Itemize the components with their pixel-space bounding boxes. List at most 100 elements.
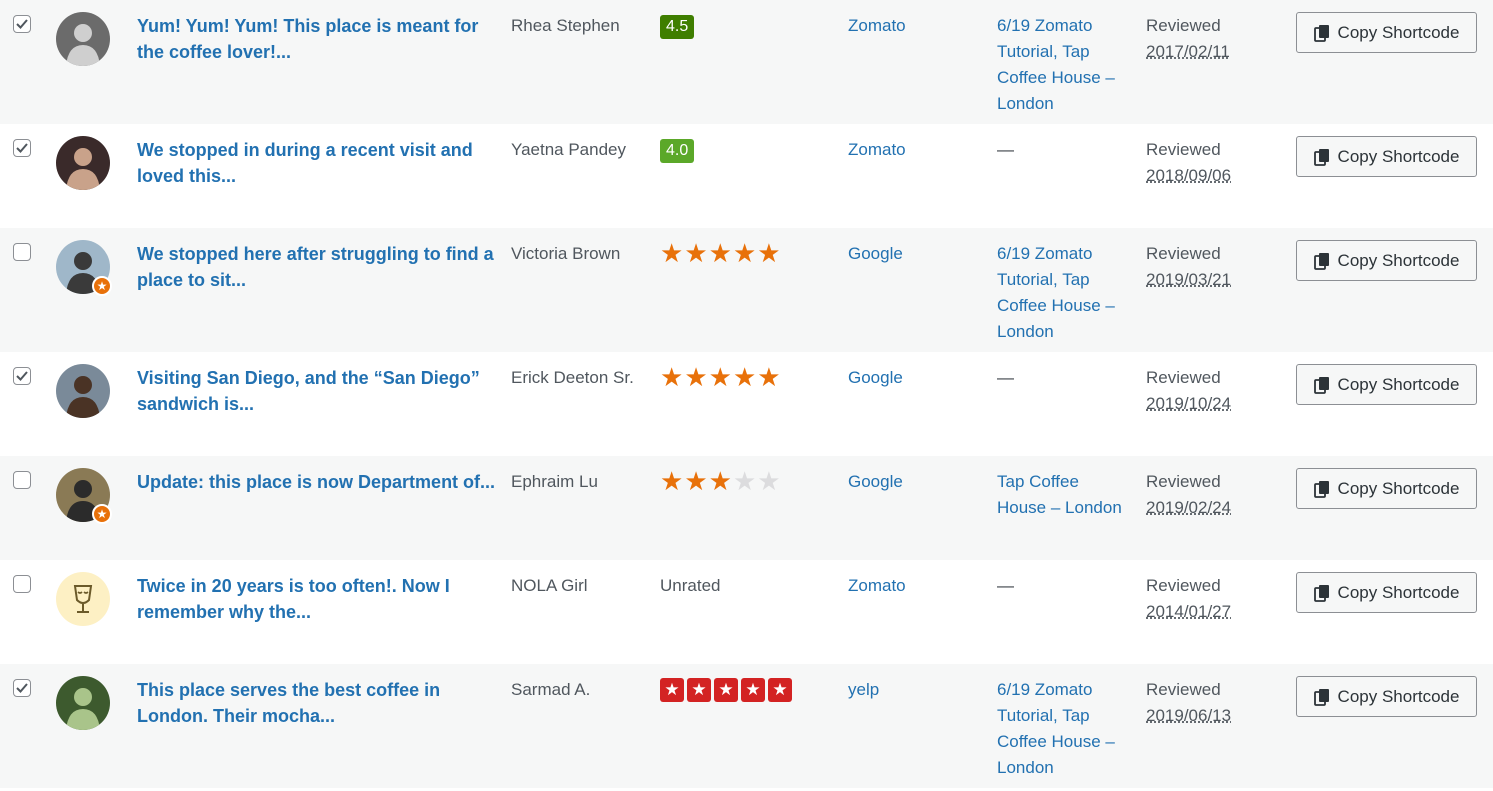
review-associations[interactable]: 6/19 Zomato Tutorial, Tap Coffee House –…	[997, 677, 1127, 781]
review-author: Ephraim Lu	[511, 472, 598, 491]
review-title-link[interactable]: We stopped in during a recent visit and …	[137, 137, 502, 189]
review-title-link[interactable]: This place serves the best coffee in Lon…	[137, 677, 502, 729]
review-title-link[interactable]: We stopped here after struggling to find…	[137, 241, 502, 293]
row-checkbox[interactable]	[13, 139, 31, 157]
copy-shortcode-button[interactable]: Copy Shortcode	[1296, 676, 1477, 717]
check-icon	[16, 19, 28, 29]
star-icon: ★	[757, 467, 781, 497]
review-platform-link[interactable]: Google	[848, 241, 978, 267]
row-checkbox[interactable]	[13, 243, 31, 261]
review-author: Rhea Stephen	[511, 16, 620, 35]
copy-shortcode-label: Copy Shortcode	[1337, 582, 1460, 602]
copy-shortcode-label: Copy Shortcode	[1337, 374, 1460, 394]
yelp-star-icon: ★	[660, 678, 684, 702]
table-row: ★ Update: this place is now Department o…	[0, 456, 1493, 560]
row-checkbox[interactable]	[13, 471, 31, 489]
copy-shortcode-label: Copy Shortcode	[1337, 478, 1460, 498]
copy-icon	[1313, 252, 1329, 270]
review-author: NOLA Girl	[511, 576, 588, 595]
star-rating: ★ ★ ★ ★ ★	[660, 469, 781, 495]
table-row: We stopped in during a recent visit and …	[0, 124, 1493, 228]
star-icon: ★	[660, 467, 684, 497]
table-row: Yum! Yum! Yum! This place is meant for t…	[0, 0, 1493, 124]
review-author: Sarmad A.	[511, 680, 591, 699]
avatar: ★	[56, 240, 112, 296]
review-rating: ★ ★ ★ ★ ★	[660, 241, 835, 270]
review-date: Reviewed 2018/09/06	[1146, 137, 1276, 189]
review-platform-link[interactable]: Zomato	[848, 573, 978, 599]
review-rating: ★ ★ ★ ★ ★	[660, 469, 835, 498]
reviews-table: Yum! Yum! Yum! This place is meant for t…	[0, 0, 1493, 788]
rating-text: Unrated	[660, 576, 721, 595]
review-date: Reviewed 2019/06/13	[1146, 677, 1276, 729]
review-date: Reviewed 2017/02/11	[1146, 13, 1276, 65]
review-title-link[interactable]: Visiting San Diego, and the “San Diego” …	[137, 365, 502, 417]
copy-shortcode-button[interactable]: Copy Shortcode	[1296, 468, 1477, 509]
row-checkbox[interactable]	[13, 367, 31, 385]
review-date-value: 2017/02/11	[1146, 42, 1230, 61]
row-checkbox[interactable]	[13, 15, 31, 33]
review-platform-link[interactable]: Google	[848, 365, 978, 391]
review-platform-link[interactable]: Google	[848, 469, 978, 495]
star-icon: ★	[708, 467, 732, 497]
review-platform-link[interactable]: Zomato	[848, 13, 978, 39]
yelp-star-icon: ★	[714, 678, 738, 702]
table-row: Twice in 20 years is too often!. Now I r…	[0, 560, 1493, 664]
copy-icon	[1313, 376, 1329, 394]
star-icon: ★	[757, 363, 781, 393]
review-title-link[interactable]: Yum! Yum! Yum! This place is meant for t…	[137, 13, 502, 65]
copy-shortcode-button[interactable]: Copy Shortcode	[1296, 240, 1477, 281]
copy-shortcode-button[interactable]: Copy Shortcode	[1296, 572, 1477, 613]
review-associations[interactable]: 6/19 Zomato Tutorial, Tap Coffee House –…	[997, 241, 1127, 345]
review-platform-link[interactable]: Zomato	[848, 137, 978, 163]
local-guide-badge-icon: ★	[92, 276, 112, 296]
yelp-star-icon: ★	[687, 678, 711, 702]
review-author: Erick Deeton Sr.	[511, 368, 634, 387]
copy-shortcode-button[interactable]: Copy Shortcode	[1296, 364, 1477, 405]
review-date-value: 2019/10/24	[1146, 394, 1232, 413]
avatar	[56, 572, 110, 626]
review-associations: —	[997, 576, 1014, 595]
copy-shortcode-button[interactable]: Copy Shortcode	[1296, 136, 1477, 177]
yelp-star-icon: ★	[768, 678, 792, 702]
copy-shortcode-label: Copy Shortcode	[1337, 22, 1460, 42]
review-date-value: 2019/02/24	[1146, 498, 1232, 517]
review-rating: 4.5	[660, 13, 835, 39]
review-date: Reviewed 2019/03/21	[1146, 241, 1276, 293]
avatar	[56, 136, 110, 190]
star-icon: ★	[757, 239, 781, 269]
review-title-link[interactable]: Twice in 20 years is too often!. Now I r…	[137, 573, 502, 625]
review-status: Reviewed	[1146, 472, 1221, 491]
star-icon: ★	[732, 363, 757, 393]
review-title-link[interactable]: Update: this place is now Department of.…	[137, 469, 502, 495]
row-checkbox[interactable]	[13, 575, 31, 593]
check-icon	[16, 683, 28, 693]
star-icon: ★	[684, 467, 708, 497]
review-platform-link[interactable]: yelp	[848, 677, 978, 703]
copy-icon	[1313, 584, 1329, 602]
copy-icon	[1313, 688, 1329, 706]
review-associations: —	[997, 368, 1014, 387]
review-associations[interactable]: Tap Coffee House – London	[997, 469, 1127, 521]
review-associations[interactable]: 6/19 Zomato Tutorial, Tap Coffee House –…	[997, 13, 1127, 117]
yelp-star-rating: ★ ★ ★ ★ ★	[660, 678, 792, 702]
review-author: Victoria Brown	[511, 244, 621, 263]
review-status: Reviewed	[1146, 16, 1221, 35]
review-status: Reviewed	[1146, 368, 1221, 387]
table-row: ★ We stopped here after struggling to fi…	[0, 228, 1493, 352]
copy-shortcode-label: Copy Shortcode	[1337, 686, 1460, 706]
star-rating: ★ ★ ★ ★ ★	[660, 241, 781, 267]
review-date: Reviewed 2014/01/27	[1146, 573, 1276, 625]
row-checkbox[interactable]	[13, 679, 31, 697]
review-date-value: 2019/03/21	[1146, 270, 1232, 289]
table-row: This place serves the best coffee in Lon…	[0, 664, 1493, 788]
star-icon: ★	[708, 363, 732, 393]
review-date-value: 2019/06/13	[1146, 706, 1232, 725]
review-date-value: 2014/01/27	[1146, 602, 1232, 621]
star-icon: ★	[684, 239, 708, 269]
copy-shortcode-button[interactable]: Copy Shortcode	[1296, 12, 1477, 53]
review-rating: ★ ★ ★ ★ ★	[660, 677, 835, 703]
copy-icon	[1313, 148, 1329, 166]
review-rating: Unrated	[660, 573, 835, 599]
avatar	[56, 364, 110, 418]
